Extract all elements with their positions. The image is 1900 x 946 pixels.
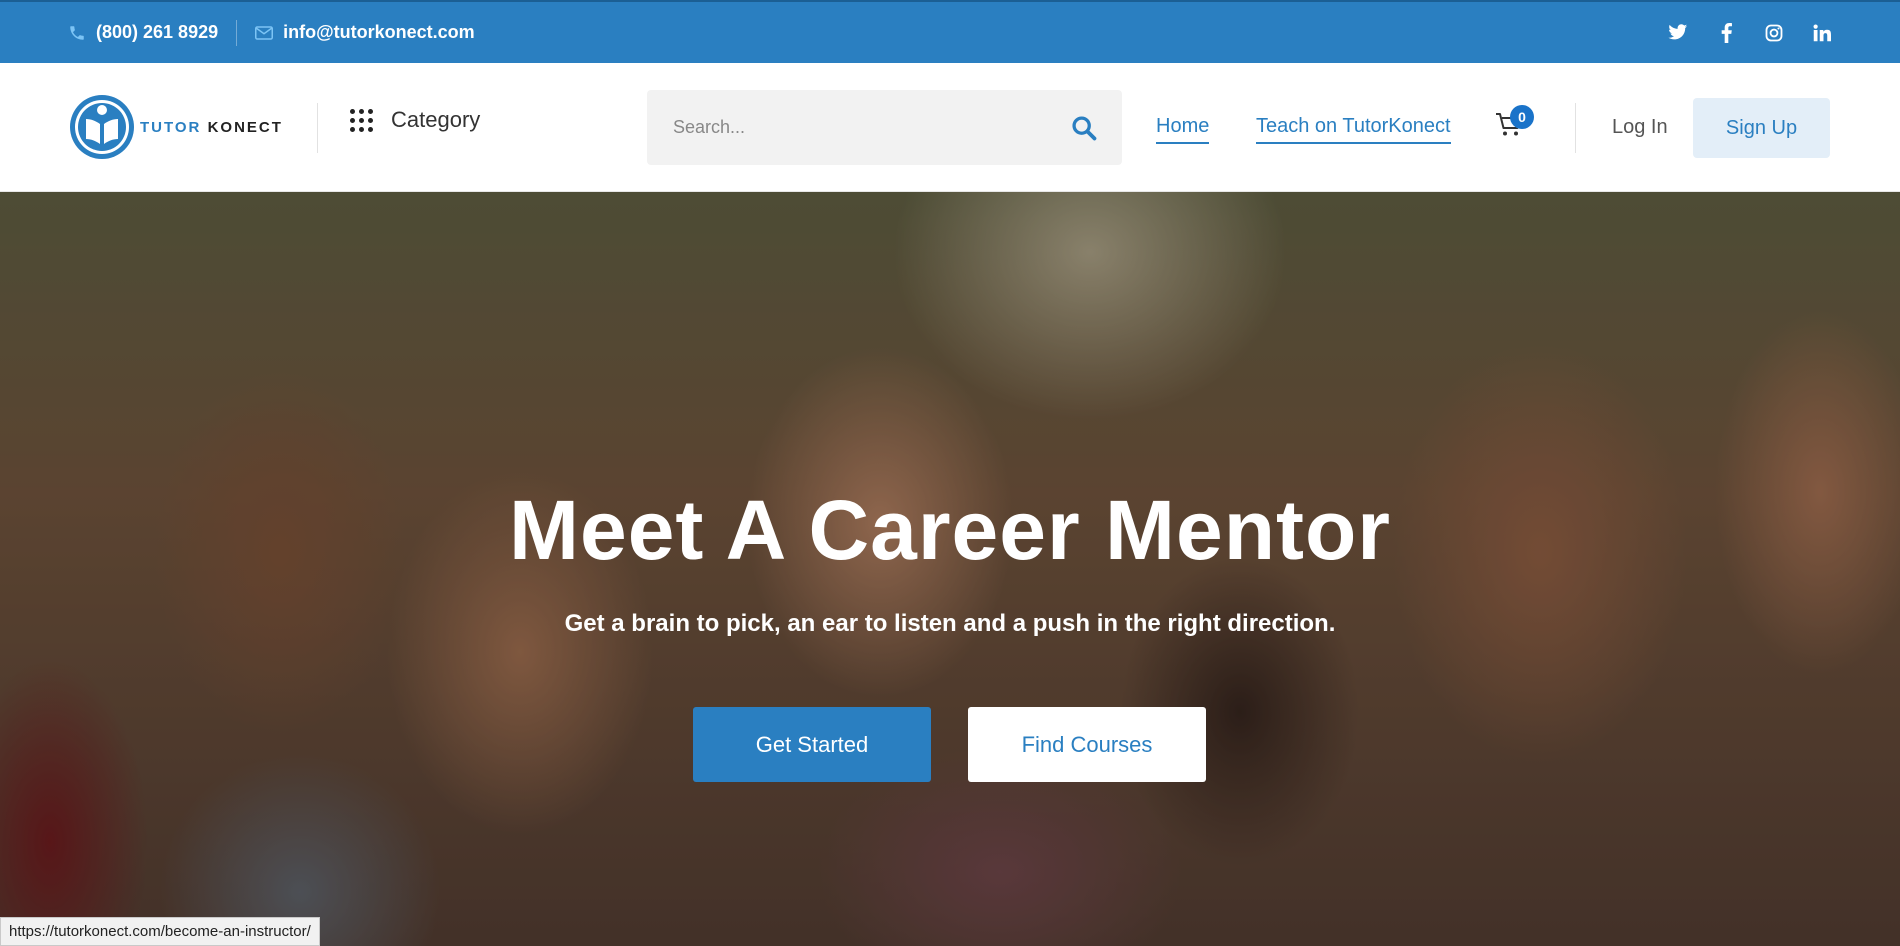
signup-button[interactable]: Sign Up [1693, 98, 1830, 158]
search-input[interactable] [647, 117, 1047, 138]
hero-section: Meet A Career Mentor Get a brain to pick… [0, 192, 1900, 946]
instagram-icon[interactable] [1764, 23, 1784, 43]
hero-content: Meet A Career Mentor Get a brain to pick… [0, 192, 1900, 946]
login-link[interactable]: Log In [1612, 116, 1668, 139]
logo-word-tutor: TUTOR [140, 118, 202, 136]
get-started-button[interactable]: Get Started [693, 707, 931, 782]
search-box [647, 90, 1122, 165]
social-links [1668, 2, 1832, 63]
email-contact[interactable]: info@tutorkonect.com [255, 22, 475, 43]
linkedin-icon[interactable] [1812, 23, 1832, 43]
category-label: Category [391, 107, 481, 132]
nav-teach[interactable]: Teach on TutorKonect [1256, 115, 1451, 144]
hero-subtitle: Get a brain to pick, an ear to listen an… [564, 610, 1336, 637]
logo-word-konect: KONECT [207, 118, 283, 136]
logo-wordmark: TUTOR KONECT [140, 119, 283, 136]
phone-contact[interactable]: (800) 261 8929 [68, 22, 218, 43]
grid-dots-icon [350, 108, 373, 132]
main-header: TUTOR KONECT Category Home Teach on Tuto… [0, 63, 1900, 192]
cart-count-badge: 0 [1510, 105, 1534, 129]
mail-icon [255, 25, 274, 40]
nav-home[interactable]: Home [1156, 115, 1210, 144]
find-courses-button[interactable]: Find Courses [968, 707, 1206, 782]
site-logo[interactable]: TUTOR KONECT [68, 93, 283, 161]
category-menu[interactable]: Category [350, 107, 480, 133]
twitter-icon[interactable] [1668, 23, 1688, 43]
phone-icon [70, 25, 84, 40]
email-address: info@tutorkonect.com [283, 22, 475, 42]
link-status-bar: https://tutorkonect.com/become-an-instru… [0, 917, 320, 946]
divider [236, 19, 238, 46]
divider [317, 103, 318, 153]
search-icon[interactable] [1070, 114, 1098, 142]
divider [1575, 103, 1576, 153]
contact-info: (800) 261 8929 info@tutorkonect.com [68, 2, 475, 63]
phone-number: (800) 261 8929 [96, 22, 219, 42]
hero-title: Meet A Career Mentor [509, 483, 1391, 577]
top-contact-bar: (800) 261 8929 info@tutorkonect.com [0, 0, 1900, 63]
facebook-icon[interactable] [1716, 22, 1736, 43]
logo-mark-icon [70, 95, 134, 159]
